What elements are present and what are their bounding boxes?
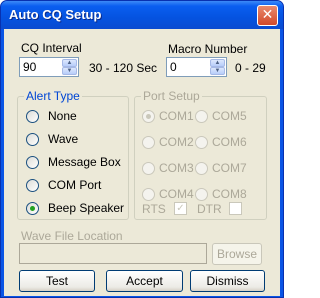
wave-file-label: Wave File Location: [21, 229, 123, 243]
alert-radio[interactable]: [26, 156, 39, 169]
arrow-up-icon[interactable]: ▲: [62, 59, 77, 67]
test-button[interactable]: Test: [19, 270, 95, 292]
port-label: COM4: [159, 187, 194, 201]
arrow-up-icon[interactable]: ▲: [210, 59, 225, 67]
wave-file-input[interactable]: [19, 243, 207, 264]
port-label: COM7: [212, 161, 247, 175]
macro-number-label: Macro Number: [168, 42, 248, 56]
close-icon[interactable]: ✕: [257, 5, 278, 26]
port-label: COM8: [212, 187, 247, 201]
alert-option-label: None: [48, 109, 77, 123]
port-radio[interactable]: [142, 136, 155, 149]
cq-interval-label: CQ Interval: [21, 41, 82, 55]
accept-button[interactable]: Accept: [106, 270, 183, 292]
dialog-window: Auto CQ Setup ✕ CQ Interval 90 ▲ ▼ 30 - …: [0, 0, 284, 298]
port-label: COM2: [159, 135, 194, 149]
arrow-down-icon[interactable]: ▼: [62, 67, 77, 75]
alert-option-label: Wave: [48, 132, 79, 146]
port-radio[interactable]: [195, 162, 208, 175]
rts-checkbox[interactable]: ✓: [174, 202, 187, 215]
port-setup-group: Port Setup COM1 COM5 COM2 COM6 COM3 COM7 COM4 C…: [134, 89, 267, 220]
port-radio[interactable]: [195, 110, 208, 123]
dialog-body: CQ Interval 90 ▲ ▼ 30 - 120 Sec Macro Nu…: [4, 29, 280, 296]
radio-selected-dot: [146, 114, 151, 119]
title-bar[interactable]: Auto CQ Setup ✕: [1, 1, 283, 29]
cq-interval-range: 30 - 120 Sec: [89, 61, 158, 75]
port-label: COM5: [212, 109, 247, 123]
cq-interval-spinner[interactable]: 90 ▲ ▼: [19, 57, 79, 77]
port-label: COM6: [212, 135, 247, 149]
port-radio[interactable]: [142, 110, 155, 123]
macro-number-spinner[interactable]: 0 ▲ ▼: [166, 57, 227, 77]
alert-type-title: Alert Type: [24, 89, 82, 103]
port-radio[interactable]: [195, 136, 208, 149]
port-radio[interactable]: [142, 162, 155, 175]
port-label: COM1: [159, 109, 194, 123]
alert-radio[interactable]: [26, 133, 39, 146]
alert-radio[interactable]: [26, 179, 39, 192]
dtr-checkbox[interactable]: [229, 202, 242, 215]
browse-button[interactable]: Browse: [212, 243, 262, 265]
rts-label: RTS: [142, 202, 166, 216]
port-label: COM3: [159, 161, 194, 175]
alert-radio[interactable]: [26, 110, 39, 123]
dtr-label: DTR: [197, 202, 222, 216]
alert-type-group: Alert Type None Wave Message Box COM Port Be…: [17, 89, 129, 220]
alert-option-label: COM Port: [48, 178, 102, 192]
port-setup-title: Port Setup: [141, 89, 202, 103]
radio-selected-dot: [30, 206, 35, 211]
cq-interval-value[interactable]: 90: [23, 60, 36, 74]
alert-radio[interactable]: [26, 202, 39, 215]
macro-number-value[interactable]: 0: [170, 60, 177, 74]
port-radio[interactable]: [142, 188, 155, 201]
alert-option-label: Message Box: [48, 155, 121, 169]
dismiss-button[interactable]: Dismiss: [190, 270, 265, 292]
window-title: Auto CQ Setup: [9, 7, 102, 22]
macro-number-range: 0 - 29: [235, 61, 266, 75]
port-radio[interactable]: [195, 188, 208, 201]
arrow-down-icon[interactable]: ▼: [210, 67, 225, 75]
alert-option-label: Beep Speaker: [48, 201, 125, 215]
